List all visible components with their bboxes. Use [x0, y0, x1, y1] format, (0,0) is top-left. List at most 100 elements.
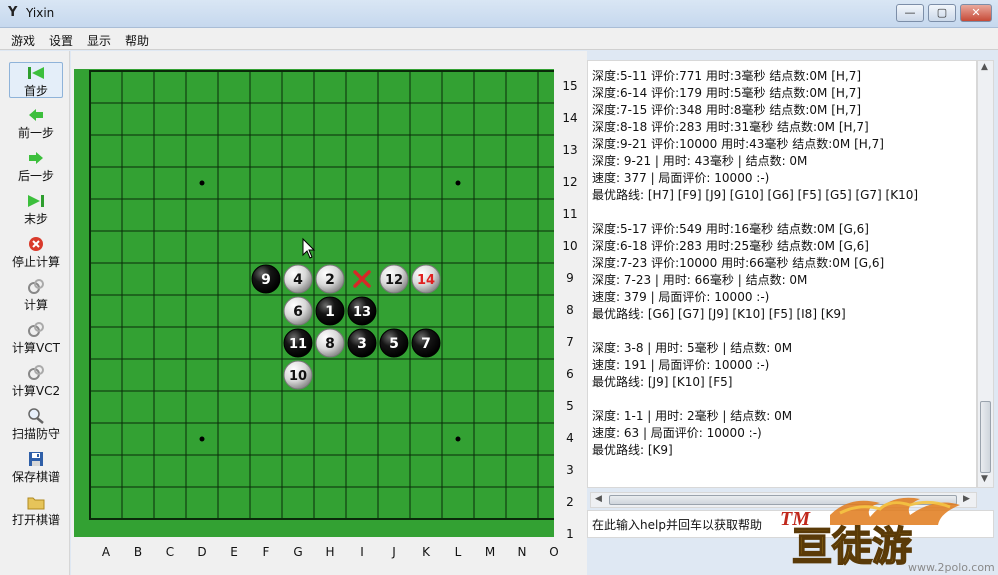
menu-help[interactable]: 帮助	[125, 32, 149, 49]
maximize-button[interactable]: ▢	[928, 4, 956, 22]
stone-number: 7	[421, 336, 431, 352]
open-record-button[interactable]: 打开棋谱	[9, 492, 63, 528]
watermark-url: www.2polo.com	[908, 561, 995, 574]
row-label: 2	[566, 495, 574, 509]
stop-icon	[29, 237, 43, 251]
toolbar-label: 前一步	[17, 126, 54, 140]
log-line: 速度: 377 | 局面评价: 10000 :-)	[592, 171, 770, 185]
row-label: 7	[566, 335, 574, 349]
window-title: Yixin	[26, 6, 55, 20]
row-label: 4	[566, 431, 574, 445]
column-label: D	[197, 545, 207, 559]
log-line: 速度: 379 | 局面评价: 10000 :-)	[592, 290, 770, 304]
first-step-button[interactable]: 首步	[9, 62, 63, 98]
stone-number: 9	[261, 272, 271, 288]
gomoku-board[interactable]: 1 2 3 4 5 6 7 8 9 10 11 12 13 14	[74, 69, 554, 537]
compute-vct-button[interactable]: 计算VCT	[9, 320, 63, 356]
scroll-up-arrow-icon[interactable]: ▲	[981, 62, 988, 72]
column-label: L	[454, 545, 462, 559]
stone-number: 12	[385, 273, 403, 288]
stone-number: 11	[289, 337, 307, 352]
menu-bar: 游戏 设置 显示 帮助	[0, 28, 998, 50]
row-label: 5	[566, 399, 574, 413]
column-label: G	[293, 545, 303, 559]
log-line: 最优路线: [K9]	[592, 443, 673, 457]
toolbar-label: 计算VCT	[12, 341, 60, 355]
row-label: 12	[562, 175, 578, 189]
column-label: H	[325, 545, 335, 559]
log-line: 深度:6-18 评价:283 用时:25毫秒 结点数:0M [G,6]	[592, 239, 869, 253]
stone-number: 3	[357, 336, 367, 352]
toolbar-label: 保存棋谱	[11, 470, 60, 484]
hint-marker-x-icon	[353, 270, 371, 288]
menu-settings[interactable]: 设置	[49, 32, 73, 49]
log-line: 深度:6-14 评价:179 用时:5毫秒 结点数:0M [H,7]	[592, 86, 862, 100]
last-step-icon	[28, 195, 44, 207]
last-step-button[interactable]: 末步	[9, 191, 63, 227]
toolbar-label: 计算VC2	[11, 384, 61, 398]
log-line: 最优路线: [J9] [K10] [F5]	[592, 375, 733, 389]
log-vertical-scrollbar[interactable]: ▲ ▼	[977, 60, 994, 488]
toolbar-label: 后一步	[17, 169, 54, 183]
row-label: 13	[562, 143, 578, 157]
stone-number: 5	[389, 336, 399, 352]
log-line: 速度: 191 | 局面评价: 10000 :-)	[592, 358, 770, 372]
column-label: K	[422, 545, 430, 559]
log-line: 深度: 9-21 | 用时: 43毫秒 | 结点数: 0M	[592, 154, 808, 168]
log-line: 深度:5-17 评价:549 用时:16毫秒 结点数:0M [G,6]	[592, 222, 869, 236]
column-label: J	[392, 545, 396, 559]
row-label: 6	[566, 367, 574, 381]
prev-step-button[interactable]: 前一步	[9, 105, 63, 141]
log-line: 深度: 7-23 | 用时: 66毫秒 | 结点数: 0M	[592, 273, 808, 287]
menu-game[interactable]: 游戏	[11, 32, 35, 49]
menu-display[interactable]: 显示	[87, 32, 111, 49]
title-bar: Y Yixin — ▢ ✕	[0, 0, 998, 28]
stop-compute-button[interactable]: 停止计算	[9, 234, 63, 270]
site-watermark-logo: TM 亘徒游 www.2polo.com	[780, 497, 995, 574]
log-line: 深度:5-11 评价:771 用时:3毫秒 结点数:0M [H,7]	[592, 69, 862, 83]
first-step-icon	[28, 67, 44, 79]
star-point	[199, 436, 205, 442]
stone-number: 6	[293, 304, 303, 320]
log-line: 最优路线: [G6] [G7] [J9] [K10] [F5] [I8] [K9…	[592, 307, 846, 321]
log-line: 深度: 3-8 | 用时: 5毫秒 | 结点数: 0M	[592, 341, 793, 355]
row-label: 3	[566, 463, 574, 477]
column-label: C	[165, 545, 175, 559]
stone-number: 8	[325, 336, 335, 352]
prev-step-icon	[29, 109, 43, 121]
scroll-down-arrow-icon[interactable]: ▼	[981, 474, 988, 484]
analysis-log: 深度:5-11 评价:771 用时:3毫秒 结点数:0M [H,7] 深度:6-1…	[587, 60, 977, 488]
toolbar-label: 扫描防守	[11, 427, 60, 441]
toolbar-label: 打开棋谱	[11, 513, 60, 527]
board-canvas[interactable]: 1234567891011121314	[74, 69, 554, 537]
next-step-icon	[29, 152, 43, 164]
row-label: 8	[566, 303, 574, 317]
stone-number: 14	[417, 273, 435, 288]
compute-button[interactable]: 计算	[9, 277, 63, 313]
minimize-button[interactable]: —	[896, 4, 924, 22]
toolbar-label: 首步	[23, 84, 48, 98]
log-line: 最优路线: [H7] [F9] [J9] [G10] [G6] [F5] [G5…	[592, 188, 919, 202]
scan-defense-button[interactable]: 扫描防守	[9, 406, 63, 442]
save-record-button[interactable]: 保存棋谱	[9, 449, 63, 485]
close-button[interactable]: ✕	[960, 4, 992, 22]
next-step-button[interactable]: 后一步	[9, 148, 63, 184]
toolbar-label: 计算	[23, 298, 48, 312]
star-point	[455, 180, 461, 186]
toolbar: 首步 前一步 后一步 末步 停止计算 计算 计算VCT 计算VC2 扫描防守 保…	[0, 51, 70, 575]
log-line: 深度:9-21 评价:10000 用时:43毫秒 结点数:0M [H,7]	[592, 137, 884, 151]
toolbar-label: 末步	[23, 212, 48, 226]
column-label: I	[360, 545, 364, 559]
board-area: 1 2 3 4 5 6 7 8 9 10 11 12 13 14 ABCDEFGHIJKLMNO 15 14…	[71, 51, 587, 575]
scrollbar-thumb[interactable]	[980, 401, 991, 473]
log-line: 深度: 1-1 | 用时: 2毫秒 | 结点数: 0M	[592, 409, 793, 423]
compute-vct-icon	[28, 322, 44, 337]
row-label: 10	[562, 239, 578, 253]
scroll-left-arrow-icon[interactable]: ◀	[595, 494, 602, 504]
toolbar-label: 停止计算	[11, 255, 60, 269]
stone-number: 13	[353, 305, 371, 320]
compute-vc2-button[interactable]: 计算VC2	[9, 363, 63, 399]
column-label: E	[230, 545, 238, 559]
save-icon	[29, 452, 43, 466]
log-line: 深度:7-15 评价:348 用时:8毫秒 结点数:0M [H,7]	[592, 103, 862, 117]
